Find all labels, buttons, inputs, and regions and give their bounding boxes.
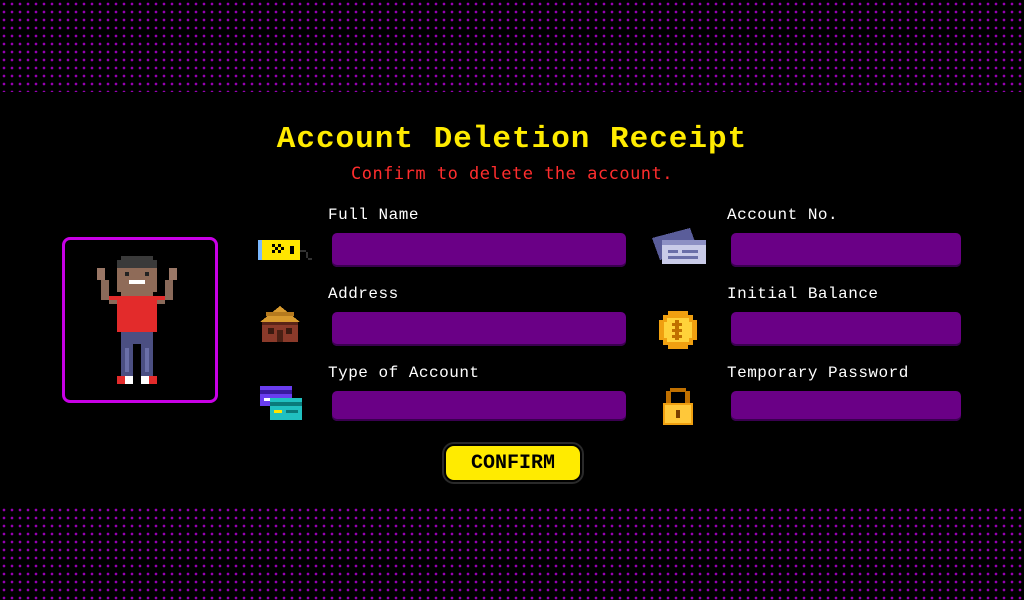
pixel-person-avatar-icon: [97, 256, 177, 384]
dot-pattern-bottom: [0, 506, 1024, 600]
id-tag-icon: [256, 236, 316, 270]
page-subtitle: Confirm to delete the account.: [350, 164, 674, 184]
confirm-button[interactable]: CONFIRM: [444, 444, 582, 482]
temporary-password-field[interactable]: [731, 391, 961, 421]
page: Account Deletion Receipt Confirm to dele…: [0, 0, 1024, 600]
account-no-field[interactable]: [731, 233, 961, 267]
address-field[interactable]: [332, 312, 626, 346]
initial-balance-label: Initial Balance: [727, 285, 879, 303]
avatar: [62, 237, 218, 403]
type-of-account-label: Type of Account: [328, 364, 480, 382]
temporary-password-label: Temporary Password: [727, 364, 909, 382]
padlock-icon: [660, 386, 696, 432]
address-label: Address: [328, 285, 399, 303]
full-name-field[interactable]: [332, 233, 626, 267]
cards-icon: [258, 384, 304, 428]
house-icon: [258, 304, 302, 350]
page-title: Account Deletion Receipt: [276, 122, 748, 157]
account-no-label: Account No.: [727, 206, 839, 224]
type-of-account-field[interactable]: [332, 391, 626, 421]
full-name-label: Full Name: [328, 206, 419, 224]
initial-balance-field[interactable]: [731, 312, 961, 346]
dot-pattern-top: [0, 0, 1024, 92]
coin-icon: [658, 310, 698, 354]
bank-card-icon: [650, 226, 708, 270]
